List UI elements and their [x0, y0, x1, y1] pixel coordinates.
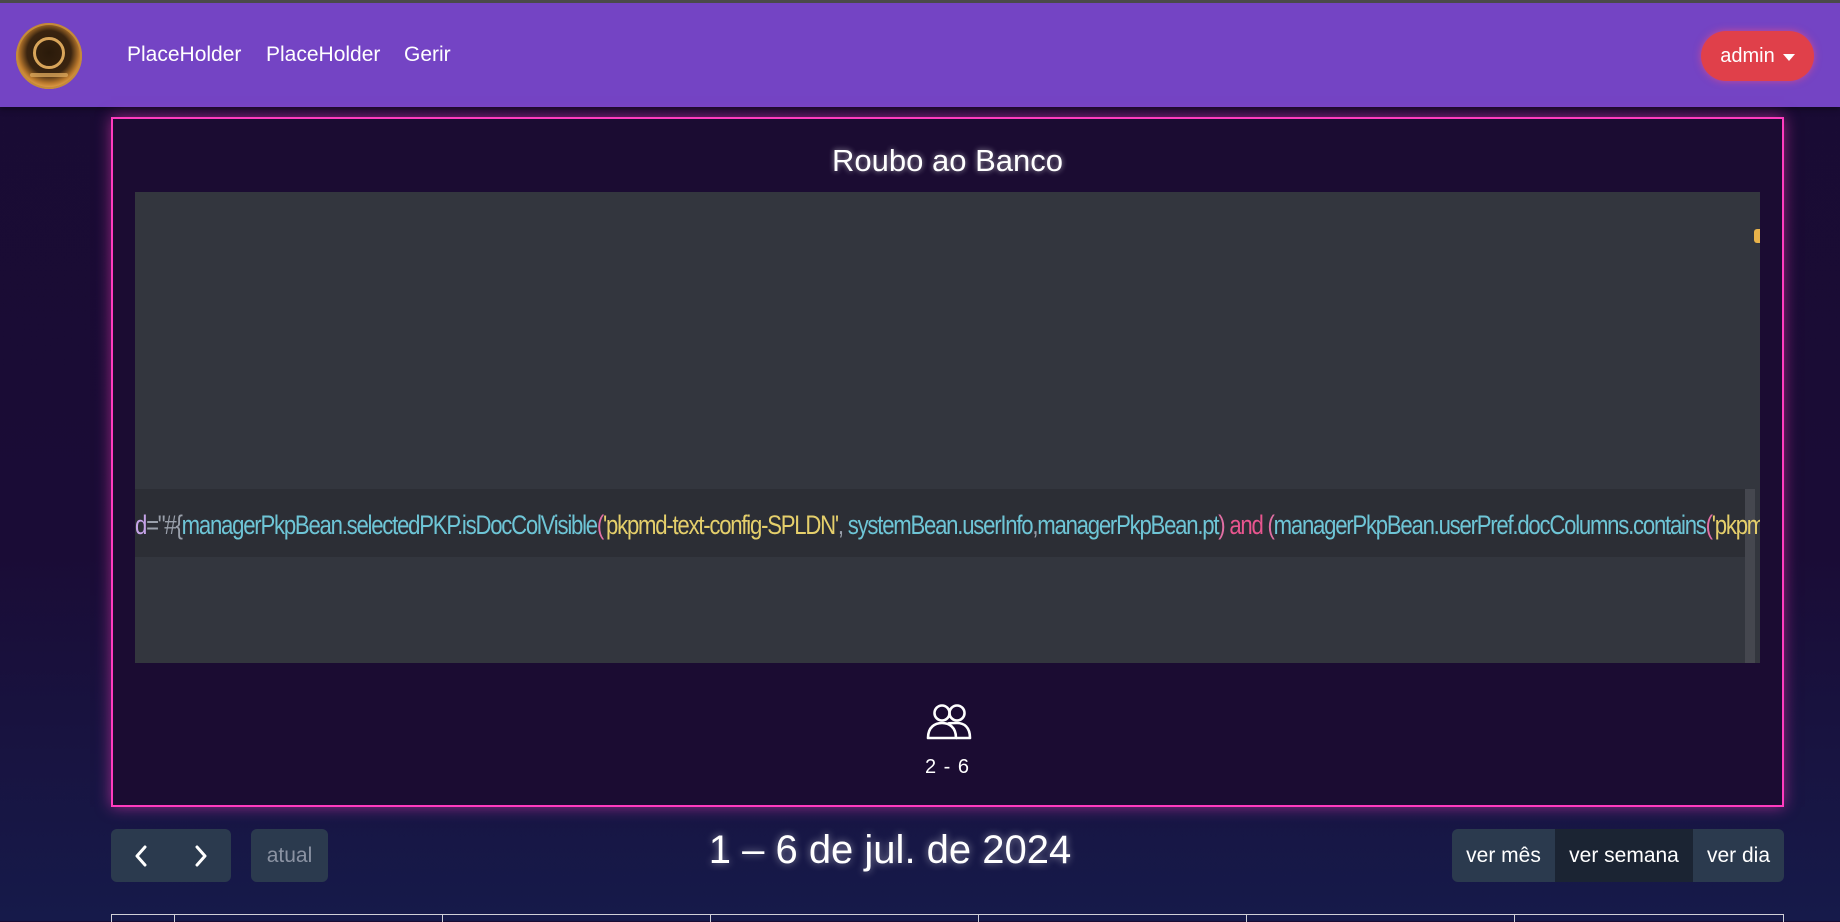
code-token: systemBean.userInfo [847, 510, 1034, 540]
chevron-right-icon [195, 845, 207, 866]
view-day-button[interactable]: ver dia [1693, 829, 1784, 882]
game-card[interactable]: Roubo ao Banco d="#{managerPkpBean.selec… [111, 117, 1784, 807]
emblem-logo[interactable] [16, 23, 82, 89]
game-title: Roubo ao Banco [832, 143, 1063, 178]
user-menu-label: admin [1720, 44, 1775, 67]
image-marker [1754, 229, 1760, 243]
logo-text-strip [30, 73, 68, 77]
nav-link-placeholder-1[interactable]: PlaceHolder [127, 43, 241, 67]
nav-button-group [111, 829, 231, 882]
code-token: and [1224, 510, 1268, 540]
game-image: d="#{managerPkpBean.selectedPKP.isDocCol… [135, 192, 1760, 663]
users-icon [926, 704, 972, 740]
today-button[interactable]: atual [251, 829, 328, 882]
next-button[interactable] [171, 829, 231, 882]
code-token: managerPkpBean.pt [1037, 510, 1219, 540]
nav-link-placeholder-2[interactable]: PlaceHolder [266, 43, 380, 67]
code-token: ="#{ [146, 510, 183, 540]
code-token: 'pkpmd-text-config-SPLDN' [603, 510, 839, 540]
code-token: managerPkpBean.userPref.docColumns.conta… [1273, 510, 1707, 540]
caret-down-icon [1782, 53, 1795, 61]
navbar: PlaceHolder PlaceHolder Gerir admin [0, 0, 1840, 107]
players-count: 2 - 6 [924, 756, 971, 778]
view-week-button[interactable]: ver semana [1555, 829, 1693, 882]
prev-button[interactable] [111, 829, 171, 882]
user-menu-button[interactable]: admin [1701, 31, 1814, 81]
code-token: 'pkpmd-text-config-SPLDN' [1711, 510, 1760, 540]
nav-link-gerir[interactable]: Gerir [404, 43, 451, 67]
code-token: d [135, 510, 147, 540]
chevron-left-icon [135, 845, 147, 866]
code-token: , [837, 510, 848, 540]
view-month-button[interactable]: ver mês [1452, 829, 1555, 882]
date-range-title: 1 – 6 de jul. de 2024 [708, 828, 1072, 872]
code-token: managerPkpBean.selectedPKP.isDocColVisib… [181, 510, 598, 540]
logo-ring [33, 37, 65, 69]
view-button-group: ver mês ver semana ver dia [1452, 829, 1784, 882]
code-line: d="#{managerPkpBean.selectedPKP.isDocCol… [135, 510, 1760, 541]
